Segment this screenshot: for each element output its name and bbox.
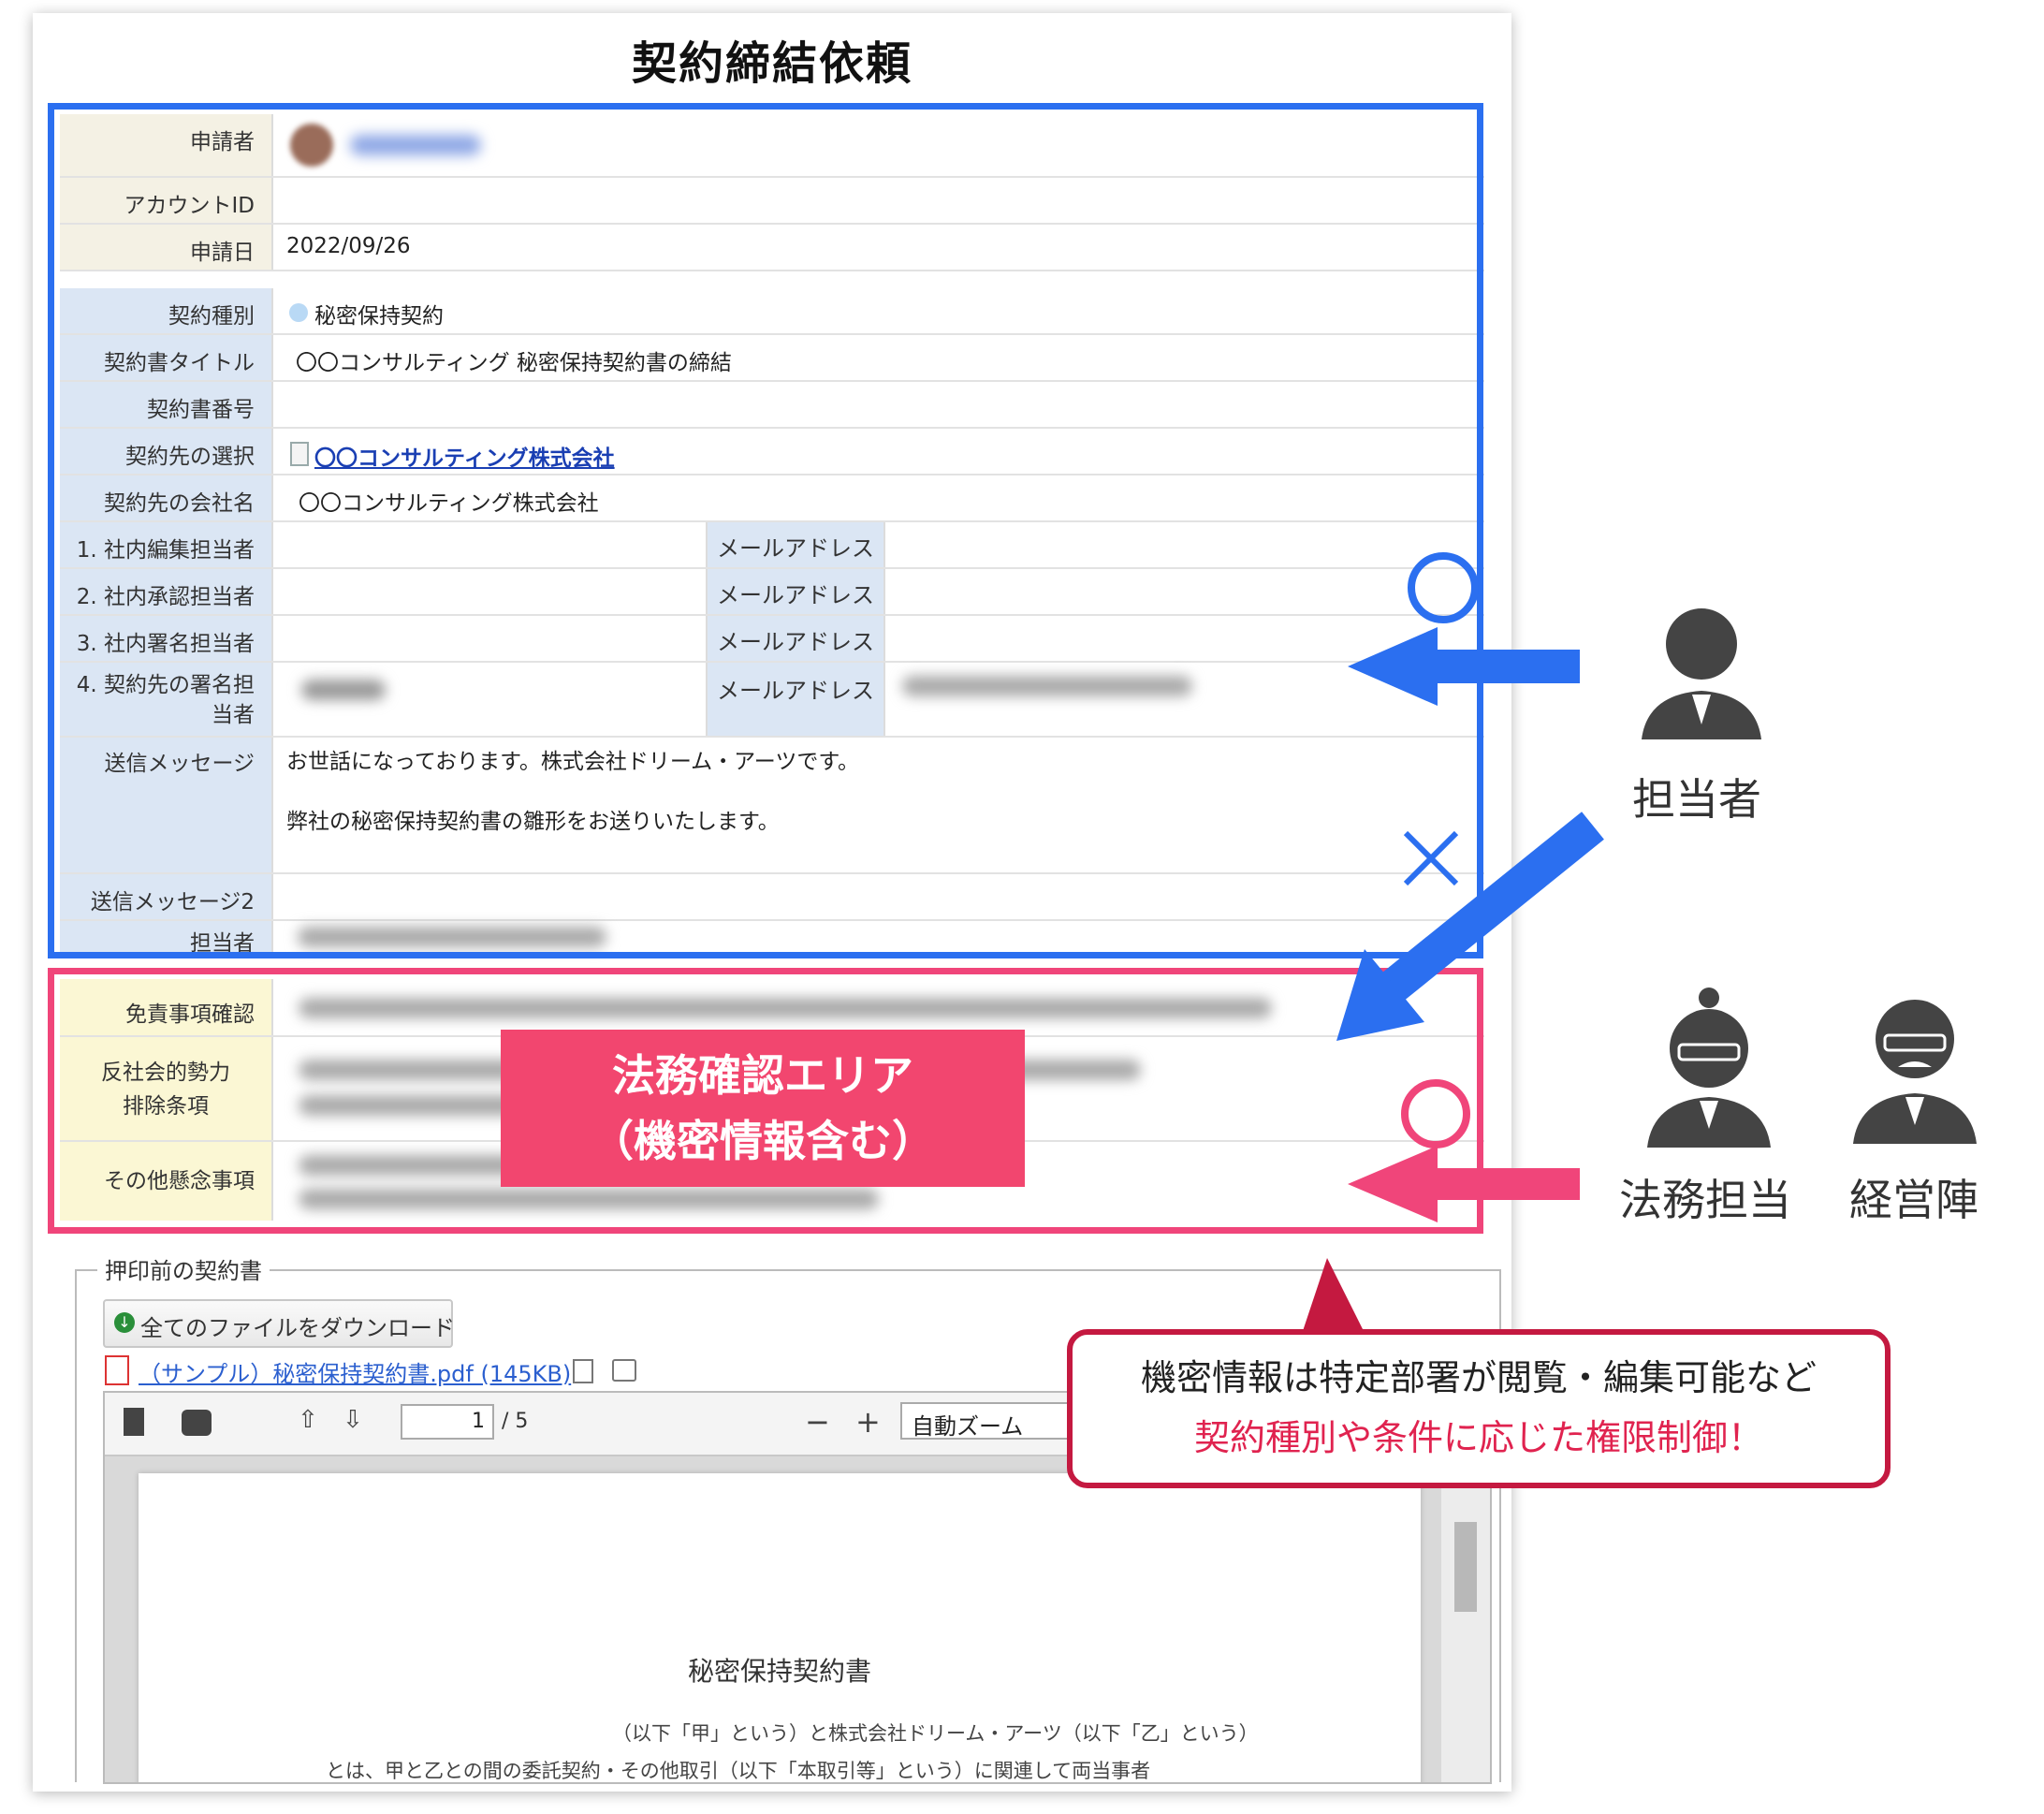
annotation-arrows <box>1301 552 1977 1337</box>
legal-person-icon <box>1647 987 1771 1148</box>
blue-diagonal-arrow-shaft <box>1369 812 1604 1011</box>
staff-person-icon <box>1642 608 1761 739</box>
blue-arrow-shaft <box>1432 650 1580 683</box>
callout-line2: 契約種別や条件に応じた権限制御！ <box>1193 1417 1763 1458</box>
permission-callout: 機密情報は特定部署が閲覧・編集可能など 契約種別や条件に応じた権限制御！ <box>1067 1329 1891 1488</box>
blue-circle-mark <box>1408 552 1479 623</box>
pink-circle-mark <box>1401 1079 1470 1148</box>
management-role-label: 経営陣 <box>1849 1175 1978 1225</box>
pink-arrow-head <box>1348 1146 1438 1222</box>
pink-arrow-shaft <box>1436 1168 1580 1200</box>
blue-arrow-head <box>1348 627 1438 706</box>
staff-role-label: 担当者 <box>1632 774 1761 825</box>
legal-role-label: 法務担当 <box>1619 1175 1791 1225</box>
callout-line1: 機密情報は特定部署が閲覧・編集可能など <box>1140 1357 1817 1398</box>
callout-pointer <box>1301 1258 1366 1337</box>
management-person-icon <box>1853 1000 1977 1144</box>
